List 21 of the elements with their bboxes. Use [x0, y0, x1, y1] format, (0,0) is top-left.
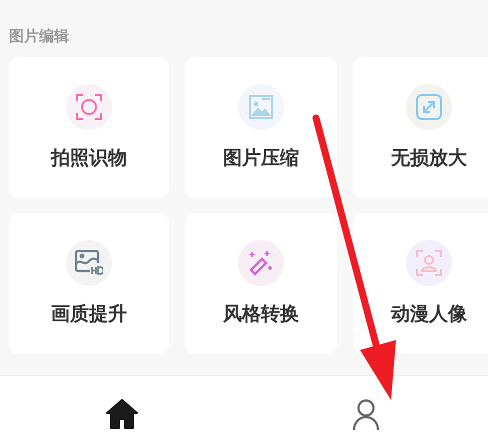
tool-label: 风格转换: [223, 302, 299, 327]
profile-icon: [352, 399, 380, 431]
tool-card[interactable]: 拍照识物: [9, 57, 169, 198]
tool-label: 无损放大: [391, 146, 467, 171]
tool-card[interactable]: 画质提升: [9, 213, 169, 354]
tool-card[interactable]: 图片压缩: [185, 57, 337, 198]
expand-icon: [416, 94, 442, 120]
home-icon: [106, 399, 138, 429]
tool-card[interactable]: 无损放大: [353, 57, 488, 198]
scan-icon: [76, 94, 102, 120]
hd-image-icon: [75, 250, 103, 276]
image-icon: [249, 95, 273, 119]
magic-wand-icon: [248, 250, 274, 276]
tool-card[interactable]: 风格转换: [185, 213, 337, 354]
tool-label: 画质提升: [51, 302, 127, 327]
tool-label: 动漫人像: [391, 302, 467, 327]
tool-label: 拍照识物: [51, 146, 127, 171]
tool-label: 图片压缩: [223, 146, 299, 171]
face-scan-icon: [416, 250, 442, 276]
tool-card[interactable]: 动漫人像: [353, 213, 488, 354]
section-title: 图片编辑: [9, 27, 69, 45]
